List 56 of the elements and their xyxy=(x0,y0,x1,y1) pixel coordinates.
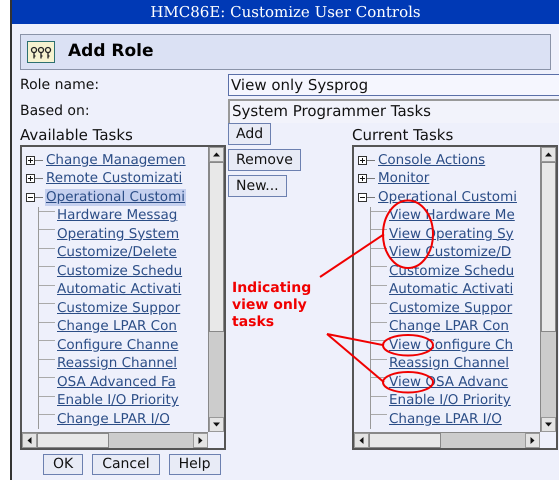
tree-item[interactable]: Customize/Delete xyxy=(57,244,177,262)
tree-item[interactable]: Change Managemen xyxy=(45,152,187,169)
leader-line xyxy=(319,233,385,278)
tree-item[interactable]: Remote Customizati xyxy=(45,170,184,188)
vertical-scrollbar[interactable] xyxy=(208,147,224,432)
tree-item[interactable]: Automatic Activati xyxy=(57,281,182,298)
readonly-field: System Programmer Tasks xyxy=(228,99,559,123)
list-label: Available Tasks xyxy=(20,127,134,144)
list-label: Current Tasks xyxy=(352,127,454,144)
scrollbar-thumb[interactable] xyxy=(369,433,441,448)
expand-icon[interactable] xyxy=(26,174,35,184)
tree-item[interactable]: Customize Schedu xyxy=(57,262,182,280)
keys-icon xyxy=(27,41,55,63)
tree-item[interactable]: Reassign Channel xyxy=(57,355,178,372)
dialog-heading: Add Role xyxy=(68,40,154,64)
horizontal-scrollbar[interactable] xyxy=(22,432,208,448)
tree-item[interactable]: Automatic Activati xyxy=(389,281,514,298)
scrollbar-thumb[interactable] xyxy=(209,162,224,332)
tree-item[interactable]: Configure Channe xyxy=(57,336,178,354)
tree-item[interactable]: Customize Schedu xyxy=(389,262,514,280)
expand-icon[interactable] xyxy=(358,156,367,165)
field-label: Role name: xyxy=(20,76,100,94)
collapse-icon[interactable] xyxy=(358,192,367,202)
annotation-text: Indicating view only tasks xyxy=(232,280,312,331)
window-title: HMC86E: Customize User Controls xyxy=(12,0,559,24)
field-label: Based on: xyxy=(20,102,91,120)
tree-item[interactable]: Change LPAR I/O xyxy=(389,410,502,428)
tree-item[interactable]: Enable I/O Priority xyxy=(57,392,179,410)
tree-item[interactable]: Customize Suppor xyxy=(389,300,512,317)
tree-item[interactable]: Console Actions xyxy=(377,152,486,169)
tree-item[interactable]: Operational Customi xyxy=(45,188,186,206)
expand-icon[interactable] xyxy=(26,156,35,165)
dialog-button[interactable]: Cancel xyxy=(92,454,160,475)
action-button[interactable]: Add xyxy=(228,123,272,145)
tree-item[interactable]: Reassign Channel xyxy=(389,355,510,372)
tree-item[interactable]: OSA Advanced Fa xyxy=(57,374,176,391)
action-button[interactable]: Remove xyxy=(228,149,301,171)
tree-item[interactable]: Hardware Messag xyxy=(57,207,178,224)
expand-icon[interactable] xyxy=(358,174,367,184)
dialog-button[interactable]: Help xyxy=(168,454,221,475)
tree-item[interactable]: Operational Customi xyxy=(377,188,518,206)
collapse-icon[interactable] xyxy=(26,192,35,202)
tree-item[interactable]: Change LPAR Con xyxy=(389,318,509,336)
action-button[interactable]: New... xyxy=(228,175,287,197)
tree-item[interactable]: Operating System xyxy=(57,226,180,243)
dialog-button[interactable]: OK xyxy=(43,454,84,475)
tree-item[interactable]: Change LPAR I/O xyxy=(57,410,170,428)
scrollbar-thumb[interactable] xyxy=(541,162,556,332)
tree-item[interactable]: Monitor xyxy=(377,170,430,188)
horizontal-scrollbar[interactable] xyxy=(354,432,540,448)
tree-item[interactable]: Change LPAR Con xyxy=(57,318,177,336)
tree-item[interactable]: Enable I/O Priority xyxy=(389,392,511,410)
text-field[interactable]: View only Sysprog xyxy=(228,74,559,96)
scrollbar-thumb[interactable] xyxy=(37,433,109,448)
vertical-scrollbar[interactable] xyxy=(540,147,556,432)
tree-item[interactable]: Customize Suppor xyxy=(57,300,180,317)
